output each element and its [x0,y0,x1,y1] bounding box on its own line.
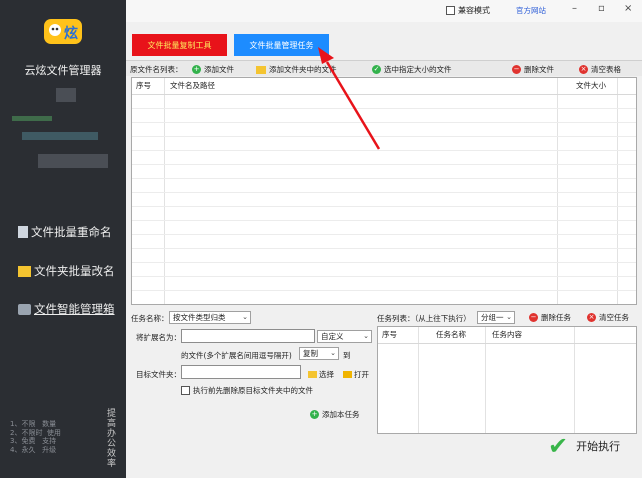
svg-text:炫: 炫 [64,25,78,42]
folder-open-icon [343,371,352,378]
clear-task-button[interactable]: × 清空任务 [587,312,629,323]
delete-before-checkbox[interactable]: 执行前先删除原目标文件夹中的文件 [181,385,313,396]
file-toolbar: 原文件名列表： + 添加文件 添加文件夹中的文件 ✓ 选中指定大小的文件 − 删除文件… [126,60,642,76]
column-divider [557,78,558,304]
row-line [132,164,636,165]
row-line [132,192,636,193]
group-select[interactable]: 分组一 ⌄ [477,311,515,324]
column-header[interactable]: 任务内容 [492,327,522,343]
sidebar-item-label: 文件智能管理箱 [34,302,115,316]
sidebar-item-file-rename[interactable]: 文件批量重命名 [18,222,112,242]
task-table[interactable]: 序号 任务名称 任务内容 [377,326,637,434]
chevron-down-icon: ⌄ [506,313,512,321]
close-icon: × [587,313,596,322]
row-line [132,262,636,263]
app-name: 云炫文件管理器 [24,64,102,77]
app-logo-icon: 炫 [44,19,82,44]
blurred-info-area [12,116,52,121]
row-line [132,276,636,277]
tab-batch-copy-tool[interactable]: 文件批量复制工具 [132,34,227,56]
row-line [132,290,636,291]
add-file-button[interactable]: + 添加文件 [192,64,234,75]
close-icon: × [579,65,588,74]
official-site-link[interactable]: 官方网站 [516,5,546,16]
add-folder-files-button[interactable]: 添加文件夹中的文件 [256,64,337,75]
header-divider [132,94,636,95]
extension-mode-select[interactable]: 自定义 ⌄ [317,330,372,343]
toolbox-icon [18,303,31,315]
add-task-button[interactable]: + 添加本任务 [310,409,360,420]
document-icon [18,226,28,238]
compat-mode-checkbox[interactable]: 兼容模式 [446,5,490,16]
row-line [132,178,636,179]
close-button[interactable]: × [624,3,632,14]
chevron-down-icon: ⌄ [242,313,248,321]
sidebar-tips: 1、不限 数量 2、不限时 使用 3、免费 支持 4、永久 升级 [10,420,61,454]
extension-label: 将扩展名为： [136,333,181,342]
sidebar-item-folder-rename[interactable]: 文件夹批量改名 [18,261,115,281]
column-header[interactable]: 文件大小 [576,78,606,94]
task-list-label: 任务列表：（从上往下执行） [377,314,471,323]
checkbox-box[interactable] [181,386,190,395]
sidebar-item-label: 文件批量重命名 [31,225,112,239]
blurred-info-area [22,132,98,140]
sidebar-slogan: 提高办公效率 [105,408,115,468]
task-name-label: 任务名称： [131,314,169,323]
plus-icon: + [310,410,319,419]
sidebar: 炫 云炫文件管理器 文件批量重命名 文件夹批量改名 文件智能管理箱 1、不限 数… [0,0,126,478]
compat-mode-label: 兼容模式 [458,6,490,15]
row-line [132,206,636,207]
choose-folder-button[interactable]: 选择 [308,369,334,380]
delete-file-button[interactable]: − 删除文件 [512,64,554,75]
source-list-label: 原文件名列表： [130,65,183,74]
plus-icon: + [192,65,201,74]
column-divider [164,78,165,304]
extension-hint: 的文件(多个扩展名间用逗号隔开) [181,351,292,360]
checkmark-icon: ✔ [548,432,569,460]
checkbox-box[interactable] [446,6,455,15]
minus-icon: − [529,313,538,322]
target-folder-label: 目标文件夹： [136,370,181,379]
row-line [132,220,636,221]
clear-table-button[interactable]: × 清空表格 [579,64,621,75]
row-line [132,248,636,249]
delete-task-button[interactable]: − 删除任务 [529,312,571,323]
target-folder-input[interactable] [181,365,301,379]
minus-icon: − [512,65,521,74]
file-table[interactable]: 序号 文件名及路径 文件大小 [131,77,637,305]
start-execute-button[interactable]: ✔ 开始执行 [548,434,620,458]
check-icon: ✓ [372,65,381,74]
title-bar: 兼容模式 官方网站 – ▫ × [126,0,642,22]
task-name-select[interactable]: 按文件类型归类 ⌄ [169,311,251,324]
folder-icon [18,265,31,277]
row-line [132,234,636,235]
row-line [132,136,636,137]
folder-icon [256,65,266,74]
open-folder-button[interactable]: 打开 [343,369,369,380]
select-size-button[interactable]: ✓ 选中指定大小的文件 [372,64,452,75]
chevron-down-icon: ⌄ [330,349,336,357]
row-line [132,150,636,151]
header-divider [378,343,636,344]
row-line [132,122,636,123]
column-header[interactable]: 序号 [136,78,151,94]
tab-batch-manage-task[interactable]: 文件批量管理任务 [234,34,329,56]
maximize-button[interactable]: ▫ [598,3,605,14]
action-select[interactable]: 复制 ⌄ [299,347,339,360]
chevron-down-icon: ⌄ [363,332,369,340]
blurred-qr-area [56,88,76,102]
extension-input[interactable] [181,329,315,343]
column-divider [617,78,618,304]
to-label: 到 [343,351,351,360]
folder-icon [308,371,317,378]
sidebar-item-label: 文件夹批量改名 [34,264,115,278]
sidebar-item-smart-manager[interactable]: 文件智能管理箱 [18,299,115,319]
blurred-info-area [38,154,108,168]
column-header[interactable]: 任务名称 [436,327,466,343]
column-header[interactable]: 序号 [382,327,397,343]
column-header[interactable]: 文件名及路径 [170,78,215,94]
row-line [132,108,636,109]
minimize-button[interactable]: – [572,3,577,14]
